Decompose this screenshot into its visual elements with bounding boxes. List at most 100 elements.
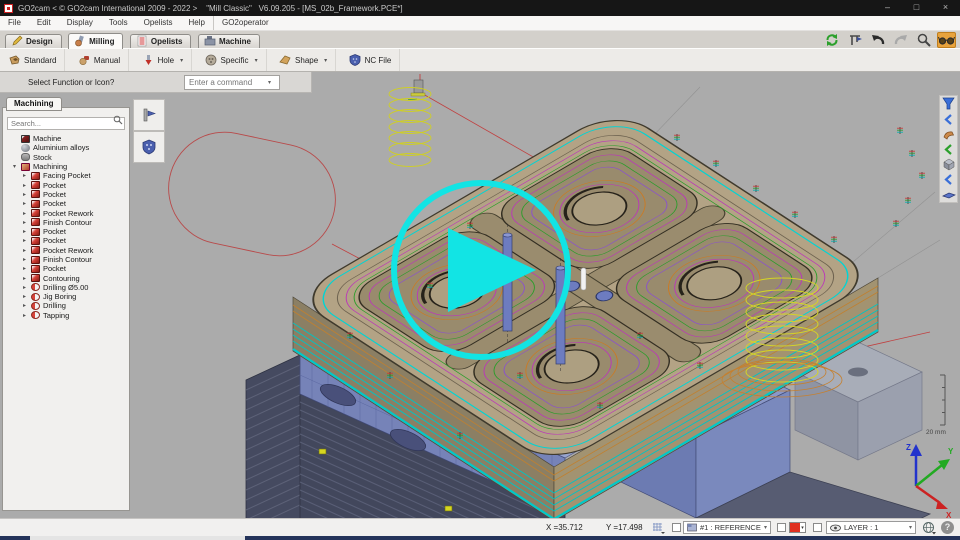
manual-button[interactable]: Manual — [70, 49, 129, 71]
milling-icon — [74, 35, 86, 47]
menu-help[interactable]: Help — [181, 16, 213, 30]
glasses-icon[interactable] — [937, 32, 956, 48]
specific-button[interactable]: Specific ▾ — [197, 49, 267, 71]
tree-item[interactable]: ▸Tapping — [3, 311, 129, 320]
tab-design[interactable]: Design — [5, 34, 62, 49]
bottom-edge-segment — [30, 536, 245, 540]
tree-item[interactable]: ▸Pocket — [3, 190, 129, 199]
pocket-op-icon — [31, 209, 40, 217]
drilling-op-icon — [31, 302, 40, 310]
redo-icon[interactable] — [891, 32, 910, 48]
pocket-op-icon — [31, 265, 40, 273]
app-logo-icon — [4, 4, 13, 13]
reference-select[interactable]: #1 : REFERENCE ▾ — [683, 521, 771, 534]
go2cam-window: GO2cam < © GO2cam International 2009 - 2… — [0, 0, 960, 540]
current-color-swatch[interactable]: ▾ — [789, 522, 806, 533]
drilling-op-icon — [31, 283, 40, 291]
collapse-button-3[interactable] — [940, 172, 957, 186]
reference-checkbox[interactable] — [672, 523, 681, 532]
zoom-icon[interactable] — [914, 32, 933, 48]
color-red — [790, 523, 800, 532]
minimize-button[interactable]: – — [873, 0, 902, 16]
stock-display-button[interactable] — [940, 157, 957, 171]
machining-icon — [21, 163, 30, 171]
drilling-op-icon — [31, 293, 40, 301]
chevron-left-green-icon — [942, 143, 955, 156]
tab-milling[interactable]: Milling — [68, 33, 123, 49]
tree-item[interactable]: ▸Finish Contour — [3, 218, 129, 227]
menu-tools[interactable]: Tools — [101, 16, 136, 30]
close-button[interactable]: × — [931, 0, 960, 16]
sync-icon[interactable] — [822, 32, 841, 48]
machine-icon — [204, 35, 216, 47]
menu-display[interactable]: Display — [59, 16, 101, 30]
play-button[interactable] — [391, 180, 571, 360]
ncfile-icon — [349, 54, 361, 66]
search-input[interactable] — [7, 117, 125, 130]
tree-item[interactable]: ▾Machining — [3, 162, 129, 171]
pocket-op-icon — [31, 190, 40, 198]
menu-bar: File Edit Display Tools Opelists Help GO… — [0, 16, 960, 31]
chevron-left-icon — [942, 173, 955, 186]
standard-button[interactable]: Standard — [0, 49, 65, 71]
tree-item[interactable]: Machine — [3, 134, 129, 143]
reference-plane-icon — [687, 523, 697, 532]
tree-item[interactable]: Stock — [3, 153, 129, 162]
command-dropdown-arrow[interactable]: ▾ — [268, 79, 271, 86]
stock-box-icon — [941, 157, 956, 171]
menu-opelists[interactable]: Opelists — [136, 16, 181, 30]
tree-item[interactable]: ▸Pocket — [3, 236, 129, 245]
menu-go2operator[interactable]: GO2operator — [213, 16, 277, 30]
tree-item[interactable]: ▸Facing Pocket — [3, 171, 129, 180]
tree-item[interactable]: ▸Pocket — [3, 180, 129, 189]
tool-display-button[interactable] — [940, 127, 957, 141]
help-button[interactable]: ? — [941, 521, 954, 534]
tree-item[interactable]: ▸Pocket — [3, 227, 129, 236]
shape-icon — [279, 54, 291, 66]
hole-button[interactable]: Hole ▾ — [134, 49, 192, 71]
maximize-button[interactable]: □ — [902, 0, 931, 16]
hole-dropdown-arrow[interactable]: ▾ — [180, 57, 183, 64]
part-wedge-icon — [941, 188, 956, 201]
color-checkbox[interactable] — [777, 523, 786, 532]
menu-edit[interactable]: Edit — [29, 16, 59, 30]
tree-item[interactable]: Aluminium alloys — [3, 143, 129, 152]
pocket-op-icon — [31, 246, 40, 254]
operation-tree: Machine Aluminium alloys Stock ▾Machinin… — [3, 134, 129, 320]
tree-item[interactable]: ▸Finish Contour — [3, 255, 129, 264]
filter-funnel-icon — [941, 97, 956, 111]
shape-button[interactable]: Shape ▾ — [271, 49, 336, 71]
grid-toggle[interactable] — [652, 522, 665, 536]
menu-file[interactable]: File — [0, 16, 29, 30]
scale-label: 20 mm — [926, 429, 946, 436]
tree-item[interactable]: ▸Pocket — [3, 199, 129, 208]
command-input[interactable] — [184, 75, 280, 90]
layer-checkbox[interactable] — [813, 523, 822, 532]
ncfile-button[interactable]: NC File — [341, 49, 401, 71]
tree-item[interactable]: ▸Drilling Ø5.00 — [3, 283, 129, 292]
shield-button[interactable] — [133, 131, 165, 163]
tree-item[interactable]: ▸Jig Boring — [3, 292, 129, 301]
tree-item[interactable]: ▸Pocket Rework — [3, 246, 129, 255]
collapse-button-2[interactable] — [940, 142, 957, 156]
tree-item[interactable]: ▸Pocket Rework — [3, 208, 129, 217]
world-button[interactable] — [922, 521, 937, 537]
machine-icon — [21, 135, 30, 143]
part-display-button[interactable] — [940, 187, 957, 201]
tree-item[interactable]: ▸Drilling — [3, 301, 129, 310]
layer-select[interactable]: LAYER : 1 ▾ — [826, 521, 916, 534]
shield-icon — [141, 139, 157, 155]
tab-machine[interactable]: Machine — [198, 34, 260, 49]
tab-opelists[interactable]: Opelists — [130, 34, 192, 49]
filter-button[interactable] — [940, 97, 957, 111]
undo-icon[interactable] — [868, 32, 887, 48]
specific-dropdown-arrow[interactable]: ▾ — [255, 57, 258, 64]
measure-button[interactable] — [133, 99, 165, 131]
caliper-icon[interactable] — [845, 32, 864, 48]
drilling-op-icon — [31, 311, 40, 319]
tree-item[interactable]: ▸Contouring — [3, 273, 129, 282]
shape-dropdown-arrow[interactable]: ▾ — [324, 57, 327, 64]
sidebar-tab-machining[interactable]: Machining — [6, 97, 62, 111]
tree-item[interactable]: ▸Pocket — [3, 264, 129, 273]
collapse-button-1[interactable] — [940, 112, 957, 126]
